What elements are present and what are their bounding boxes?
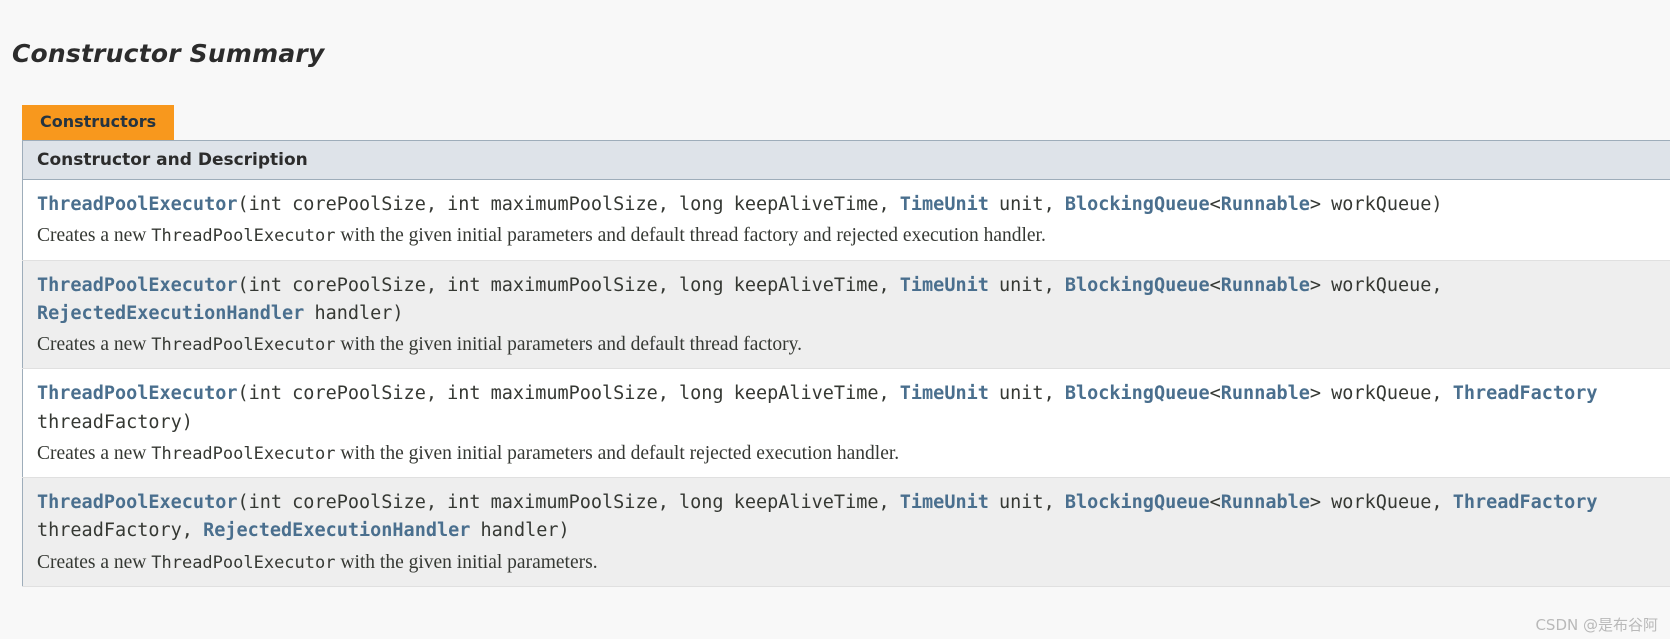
- csdn-watermark: CSDN @是布谷阿: [1535, 614, 1658, 635]
- signature-text: > workQueue): [1310, 194, 1443, 215]
- table-body: ThreadPoolExecutor(int corePoolSize, int…: [23, 179, 1670, 587]
- type-link[interactable]: ThreadPoolExecutor: [37, 275, 237, 296]
- column-header-constructor-and-description: Constructor and Description: [23, 140, 1670, 179]
- signature-text: threadFactory): [37, 412, 193, 433]
- description-text: with the given initial parameters.: [335, 552, 597, 573]
- table-row: ThreadPoolExecutor(int corePoolSize, int…: [23, 260, 1670, 369]
- constructor-signature: ThreadPoolExecutor(int corePoolSize, int…: [37, 489, 1660, 545]
- type-link[interactable]: BlockingQueue: [1065, 492, 1210, 513]
- signature-text: <: [1210, 492, 1221, 513]
- type-link[interactable]: BlockingQueue: [1065, 275, 1210, 296]
- type-link[interactable]: TimeUnit: [900, 492, 989, 513]
- inline-code: ThreadPoolExecutor: [151, 335, 335, 355]
- page-title: Constructor Summary: [0, 21, 1670, 68]
- description-text: Creates a new: [37, 552, 151, 573]
- table-row: ThreadPoolExecutor(int corePoolSize, int…: [23, 179, 1670, 260]
- signature-text: > workQueue,: [1310, 275, 1443, 296]
- signature-text: (int corePoolSize, int maximumPoolSize, …: [237, 194, 899, 215]
- constructor-description: Creates a new ThreadPoolExecutor with th…: [37, 440, 1660, 468]
- constructor-signature: ThreadPoolExecutor(int corePoolSize, int…: [37, 191, 1660, 219]
- table-tab-strip: Constructors: [22, 104, 1670, 140]
- description-text: with the given initial parameters and de…: [335, 334, 802, 355]
- type-link[interactable]: RejectedExecutionHandler: [37, 303, 304, 324]
- constructor-description: Creates a new ThreadPoolExecutor with th…: [37, 222, 1660, 250]
- signature-text: (int corePoolSize, int maximumPoolSize, …: [237, 492, 899, 513]
- type-link[interactable]: ThreadPoolExecutor: [37, 492, 237, 513]
- table-header: Constructor and Description: [23, 140, 1670, 179]
- description-text: Creates a new: [37, 334, 151, 355]
- type-link[interactable]: BlockingQueue: [1065, 383, 1210, 404]
- inline-code: ThreadPoolExecutor: [151, 553, 335, 573]
- constructor-description: Creates a new ThreadPoolExecutor with th…: [37, 331, 1660, 359]
- signature-text: unit,: [989, 275, 1065, 296]
- signature-text: unit,: [989, 383, 1065, 404]
- table-row: ThreadPoolExecutor(int corePoolSize, int…: [23, 478, 1670, 587]
- type-link[interactable]: Runnable: [1221, 492, 1310, 513]
- type-link[interactable]: RejectedExecutionHandler: [203, 520, 470, 541]
- inline-code: ThreadPoolExecutor: [151, 226, 335, 246]
- constructor-summary-table: Constructor and Description ThreadPoolEx…: [22, 140, 1670, 588]
- signature-text: unit,: [989, 492, 1065, 513]
- tab-constructors[interactable]: Constructors: [22, 105, 174, 140]
- type-link[interactable]: ThreadPoolExecutor: [37, 194, 237, 215]
- table-header-row: Constructor and Description: [23, 140, 1670, 179]
- signature-text: <: [1210, 383, 1221, 404]
- constructor-signature: ThreadPoolExecutor(int corePoolSize, int…: [37, 272, 1660, 328]
- signature-text: handler): [304, 303, 403, 324]
- description-text: Creates a new: [37, 443, 151, 464]
- constructor-cell: ThreadPoolExecutor(int corePoolSize, int…: [23, 179, 1670, 260]
- signature-text: (int corePoolSize, int maximumPoolSize, …: [237, 383, 899, 404]
- type-link[interactable]: Runnable: [1221, 383, 1310, 404]
- type-link[interactable]: ThreadFactory: [1453, 383, 1598, 404]
- type-link[interactable]: Runnable: [1221, 194, 1310, 215]
- signature-text: threadFactory,: [37, 520, 203, 541]
- signature-text: handler): [470, 520, 569, 541]
- type-link[interactable]: Runnable: [1221, 275, 1310, 296]
- description-text: Creates a new: [37, 225, 151, 246]
- signature-text: > workQueue,: [1310, 383, 1453, 404]
- constructor-cell: ThreadPoolExecutor(int corePoolSize, int…: [23, 369, 1670, 478]
- type-link[interactable]: ThreadFactory: [1453, 492, 1598, 513]
- signature-text: > workQueue,: [1310, 492, 1453, 513]
- constructor-cell: ThreadPoolExecutor(int corePoolSize, int…: [23, 478, 1670, 587]
- constructor-description: Creates a new ThreadPoolExecutor with th…: [37, 549, 1660, 577]
- type-link[interactable]: BlockingQueue: [1065, 194, 1210, 215]
- type-link[interactable]: ThreadPoolExecutor: [37, 383, 237, 404]
- table-row: ThreadPoolExecutor(int corePoolSize, int…: [23, 369, 1670, 478]
- constructor-signature: ThreadPoolExecutor(int corePoolSize, int…: [37, 380, 1660, 436]
- signature-text: <: [1210, 275, 1221, 296]
- signature-text: <: [1210, 194, 1221, 215]
- type-link[interactable]: TimeUnit: [900, 383, 989, 404]
- description-text: with the given initial parameters and de…: [335, 443, 899, 464]
- inline-code: ThreadPoolExecutor: [151, 444, 335, 464]
- type-link[interactable]: TimeUnit: [900, 194, 989, 215]
- type-link[interactable]: TimeUnit: [900, 275, 989, 296]
- signature-text: unit,: [989, 194, 1065, 215]
- constructor-cell: ThreadPoolExecutor(int corePoolSize, int…: [23, 260, 1670, 369]
- signature-text: (int corePoolSize, int maximumPoolSize, …: [237, 275, 899, 296]
- description-text: with the given initial parameters and de…: [335, 225, 1045, 246]
